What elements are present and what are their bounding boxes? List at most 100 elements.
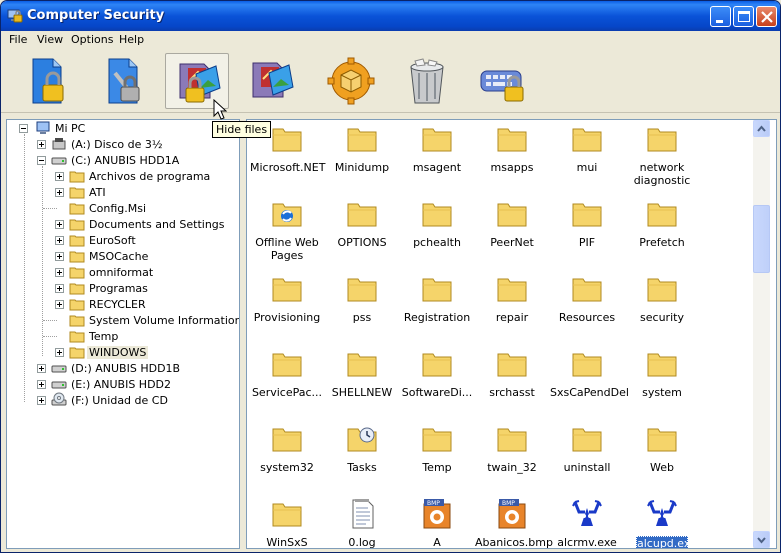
file-list[interactable]: Microsoft.NET Minidump msagent msapps mui net… [246, 119, 777, 549]
file-item[interactable]: Registration [400, 273, 474, 343]
lock-tools-icon [108, 58, 140, 104]
folder-icon [347, 203, 377, 227]
menu-help[interactable]: Help [119, 33, 144, 46]
chevron-down-icon [757, 537, 766, 544]
menu-file[interactable]: File [9, 33, 27, 46]
file-item[interactable]: security [625, 273, 699, 343]
maximize-button[interactable] [733, 6, 754, 27]
scroll-thumb[interactable] [753, 205, 770, 273]
file-item[interactable]: WinSxS [250, 498, 324, 548]
package-gear-button[interactable] [317, 53, 381, 109]
folder-icon [69, 267, 85, 279]
file-item[interactable]: Prefetch [625, 198, 699, 268]
folder-tree[interactable]: Mi PC (A:) Disco de 3½ (C:) ANUBIS HDD1A… [6, 119, 240, 549]
app-icon [7, 9, 23, 23]
file-item[interactable]: Temp [400, 423, 474, 493]
text-file-icon [352, 499, 374, 529]
file-item[interactable]: Web [625, 423, 699, 493]
file-item[interactable]: Offline Web Pages [250, 198, 324, 268]
file-item[interactable]: system [625, 348, 699, 418]
lock-file-button[interactable] [17, 53, 81, 109]
file-item[interactable]: alcupd.exe [625, 498, 699, 549]
file-item[interactable]: BMP Abanicos.bmp [475, 498, 553, 548]
tree-item-drive-f[interactable]: (F:) Unidad de CD [35, 392, 225, 408]
file-item[interactable]: mui [550, 123, 624, 193]
menu-options[interactable]: Options [71, 33, 113, 46]
tree-item-folder[interactable]: System Volume Information [43, 312, 239, 328]
file-item[interactable]: SxsCaPendDel [550, 348, 629, 418]
lock-keyboard-icon [480, 70, 524, 102]
file-item[interactable]: srchasst [475, 348, 549, 418]
menu-view[interactable]: View [37, 33, 63, 46]
file-name: alcupd.exe [636, 536, 697, 549]
folder-icon [647, 203, 677, 227]
file-item[interactable]: PIF [550, 198, 624, 268]
tree-item-folder[interactable]: Documents and Settings [53, 216, 233, 232]
file-item[interactable]: alcrmv.exe [550, 498, 624, 548]
tree-item-folder[interactable]: Temp [43, 328, 233, 344]
file-item[interactable]: pss [325, 273, 399, 343]
minimize-button[interactable] [710, 6, 731, 27]
folder-icon [422, 278, 452, 302]
file-item[interactable]: 0.log [325, 498, 399, 548]
tree-item-folder[interactable]: ATI [53, 184, 233, 200]
file-item[interactable]: SHELLNEW [325, 348, 399, 418]
folder-icon [69, 251, 85, 263]
folder-icon [272, 353, 302, 377]
file-name: mui [576, 161, 598, 174]
file-name: Minidump [334, 161, 390, 174]
tree-item-drive-a[interactable]: (A:) Disco de 3½ [35, 136, 225, 152]
file-item[interactable]: OPTIONS [325, 198, 399, 268]
folder-icon [272, 128, 302, 152]
file-item[interactable]: Provisioning [250, 273, 324, 343]
tree-item-folder[interactable]: omniformat [53, 264, 233, 280]
tree-item-folder[interactable]: Programas [53, 280, 233, 296]
menu-bar: File View Options Help [1, 31, 780, 49]
file-item[interactable]: PeerNet [475, 198, 549, 268]
lock-tools-button[interactable] [93, 53, 157, 109]
tree-item-folder[interactable]: MSOCache [53, 248, 233, 264]
tree-item-folder[interactable]: WINDOWS [53, 344, 233, 360]
tree-item-folder[interactable]: EuroSoft [53, 232, 233, 248]
tree-item-folder[interactable]: RECYCLER [53, 296, 233, 312]
folder-icon [69, 347, 85, 359]
tree-item-my-computer[interactable]: Mi PC [17, 120, 217, 136]
tree-item-folder[interactable]: Config.Msi [43, 200, 233, 216]
file-name: Provisioning [253, 311, 321, 324]
lock-keyboard-button[interactable] [469, 53, 533, 109]
file-item[interactable]: SoftwareDi... [400, 348, 474, 418]
floppy-drive-icon [52, 138, 66, 150]
file-name: security [640, 311, 684, 324]
folder-icon [69, 203, 85, 215]
recycle-bin-button[interactable] [393, 53, 457, 109]
title-bar[interactable]: Computer Security [1, 1, 780, 31]
scroll-down-button[interactable] [753, 531, 770, 548]
close-button[interactable] [756, 6, 777, 27]
file-item[interactable]: ServicePac... [250, 348, 324, 418]
scroll-up-button[interactable] [753, 120, 770, 137]
tree-item-folder[interactable]: Archivos de programa [53, 168, 233, 184]
vertical-scrollbar[interactable] [753, 120, 770, 548]
file-item[interactable]: Tasks [325, 423, 399, 493]
file-item[interactable]: msapps [475, 123, 549, 193]
file-name: SoftwareDi... [401, 386, 473, 399]
folder-icon [422, 128, 452, 152]
folder-icon [647, 128, 677, 152]
file-item[interactable]: pchealth [400, 198, 474, 268]
file-item[interactable]: network diagnostic [625, 123, 699, 193]
file-item[interactable]: repair [475, 273, 549, 343]
file-item[interactable]: twain_32 [475, 423, 549, 493]
file-item[interactable]: system32 [250, 423, 324, 493]
file-item[interactable]: uninstall [550, 423, 624, 493]
file-item[interactable]: BMP A pescar.bmp [400, 498, 474, 548]
bitmap-file-icon: BMP [423, 499, 451, 529]
folder-pictures-button[interactable] [239, 53, 303, 109]
file-item[interactable]: Minidump [325, 123, 399, 193]
tree-item-drive-d[interactable]: (D:) ANUBIS HDD1B [35, 360, 225, 376]
tree-item-drive-c[interactable]: (C:) ANUBIS HDD1A [35, 152, 225, 168]
tooltip: Hide files [212, 121, 272, 138]
file-item[interactable]: msagent [400, 123, 474, 193]
folder-icon [497, 128, 527, 152]
file-item[interactable]: Resources [550, 273, 624, 343]
tree-item-drive-e[interactable]: (E:) ANUBIS HDD2 [35, 376, 225, 392]
